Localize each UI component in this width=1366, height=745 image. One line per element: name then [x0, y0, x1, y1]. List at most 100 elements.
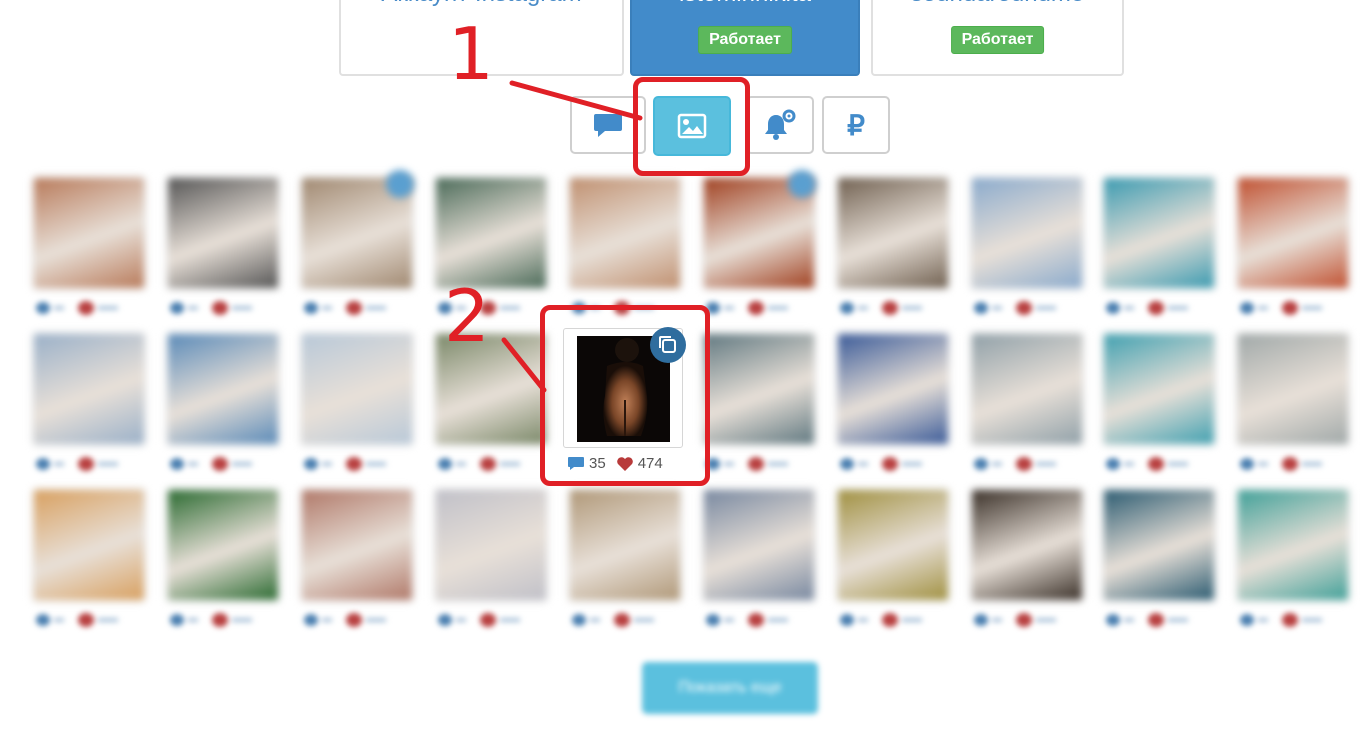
comment-count — [858, 618, 868, 622]
media-thumbnail[interactable] — [1238, 334, 1348, 444]
media-thumbnail[interactable] — [34, 490, 144, 600]
media-thumbnail[interactable] — [302, 490, 412, 600]
comment-count — [188, 618, 198, 622]
media-thumbnail[interactable] — [838, 334, 948, 444]
like-count — [1168, 618, 1188, 622]
like-count — [768, 306, 788, 310]
heart-icon — [882, 457, 898, 471]
heart-icon — [748, 613, 764, 627]
media-stats — [436, 612, 546, 628]
media-stats — [972, 612, 1082, 628]
comment-icon — [438, 458, 452, 470]
heart-icon — [346, 301, 362, 315]
media-thumbnail[interactable] — [704, 490, 814, 600]
like-count — [902, 618, 922, 622]
media-thumbnail[interactable] — [34, 178, 144, 288]
account-card-soundaroundme[interactable]: soundaroundme Работает — [871, 0, 1124, 76]
like-count — [500, 462, 520, 466]
comment-icon — [1240, 614, 1254, 626]
comment-count — [858, 462, 868, 466]
media-stats — [570, 612, 680, 628]
media-stats — [1238, 456, 1348, 472]
heart-icon — [1016, 613, 1032, 627]
tab-payments[interactable]: ₽ — [822, 96, 890, 154]
comment-count — [724, 306, 734, 310]
heart-icon — [78, 613, 94, 627]
heart-icon — [480, 457, 496, 471]
tab-notifications[interactable] — [746, 96, 814, 154]
media-thumbnail[interactable] — [704, 334, 814, 444]
comment-count — [188, 462, 198, 466]
media-stats — [838, 300, 948, 316]
load-more-button[interactable]: Показать еще — [642, 662, 818, 714]
heart-icon — [748, 301, 764, 315]
like-count — [500, 618, 520, 622]
media-thumbnail[interactable] — [570, 178, 680, 288]
media-thumbnail[interactable] — [838, 490, 948, 600]
account-name: istominnikita — [632, 0, 858, 8]
like-count — [1036, 462, 1056, 466]
like-count — [366, 618, 386, 622]
comment-count — [54, 618, 64, 622]
comment-icon — [36, 458, 50, 470]
annotation-number-1: 1 — [448, 12, 494, 96]
comment-icon — [170, 302, 184, 314]
comment-count — [322, 462, 332, 466]
comment-icon — [706, 614, 720, 626]
media-stats — [838, 612, 948, 628]
heart-icon — [212, 301, 228, 315]
media-thumbnail[interactable] — [972, 178, 1082, 288]
media-thumbnail[interactable] — [168, 178, 278, 288]
media-thumbnail[interactable] — [570, 490, 680, 600]
like-count — [902, 462, 922, 466]
like-count — [98, 618, 118, 622]
status-badge: Работает — [950, 26, 1045, 54]
account-name: Аккаунт Instagram — [341, 0, 622, 8]
comment-icon — [974, 614, 988, 626]
media-stats — [704, 456, 814, 472]
media-thumbnail[interactable] — [302, 334, 412, 444]
like-count — [1036, 618, 1056, 622]
media-stats — [1104, 456, 1214, 472]
comment-icon — [36, 614, 50, 626]
comment-icon — [572, 614, 586, 626]
media-thumbnail[interactable] — [1104, 334, 1214, 444]
like-count — [768, 618, 788, 622]
comment-icon — [974, 458, 988, 470]
media-thumbnail[interactable] — [838, 178, 948, 288]
media-thumbnail[interactable] — [972, 490, 1082, 600]
comment-count — [322, 618, 332, 622]
annotation-number-2: 2 — [444, 274, 490, 358]
like-count — [366, 462, 386, 466]
media-thumbnail[interactable] — [972, 334, 1082, 444]
media-thumbnail[interactable] — [1238, 178, 1348, 288]
account-card-istominnikita[interactable]: istominnikita Работает — [630, 0, 860, 76]
media-thumbnail[interactable] — [1104, 178, 1214, 288]
media-thumbnail[interactable] — [1238, 490, 1348, 600]
comment-count — [992, 462, 1002, 466]
comment-icon — [840, 614, 854, 626]
heart-icon — [346, 613, 362, 627]
media-stats — [302, 300, 412, 316]
media-stats — [302, 456, 412, 472]
media-stats — [972, 456, 1082, 472]
media-thumbnail[interactable] — [436, 178, 546, 288]
media-thumbnail[interactable] — [34, 334, 144, 444]
copy-multiple-icon — [788, 170, 816, 198]
media-thumbnail[interactable] — [168, 490, 278, 600]
heart-icon — [346, 457, 362, 471]
media-thumbnail[interactable] — [168, 334, 278, 444]
like-count — [634, 618, 654, 622]
media-stats — [34, 456, 144, 472]
comment-icon — [304, 458, 318, 470]
media-thumbnail[interactable] — [1104, 490, 1214, 600]
comment-count — [858, 306, 868, 310]
bell-gear-icon — [765, 109, 796, 140]
comment-count — [54, 462, 64, 466]
comment-icon — [304, 614, 318, 626]
media-stats — [1104, 300, 1214, 316]
like-count — [768, 462, 788, 466]
media-thumbnail[interactable] — [436, 490, 546, 600]
like-count — [500, 306, 520, 310]
heart-icon — [1016, 301, 1032, 315]
